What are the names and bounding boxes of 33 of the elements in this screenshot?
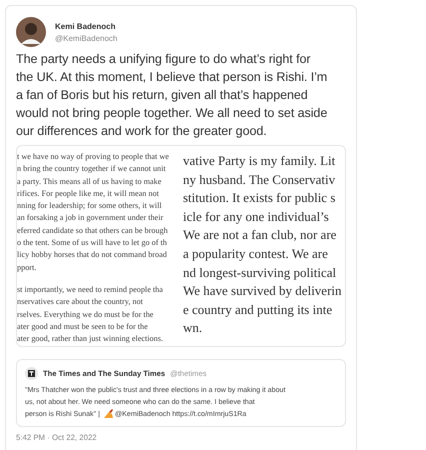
article-line: rifices. For people like me, it will mean not	[17, 188, 160, 200]
article-line: n bring the country together if we cannot unit	[17, 163, 167, 176]
tweet-text: The party needs a unifying figure to do what’s right for the UK. At this moment, I believe that person is Rishi. I’m a fan of Boris but his return, given all that’s happened would not bring people together. We all need to set aside our differences and work for the greater good.	[16, 51, 328, 140]
article-line: o the tent. Some of us will have to let go of th	[17, 237, 168, 250]
writing-hand-icon	[102, 409, 114, 419]
article-line: e country and putting its inte	[183, 300, 334, 319]
article-line: licy hobby horses that do not command broad	[17, 249, 168, 262]
article-line: nning for leadership; for some others, it will	[17, 200, 163, 212]
article-line: a party. This means all of us having to make	[17, 176, 162, 188]
article-line: ater good and must be seen to be for the	[17, 320, 149, 333]
avatar[interactable]	[16, 17, 46, 47]
article-line: ny husband. The Conservativ	[183, 170, 336, 189]
article-line: t we have no way of proving to people that we	[17, 151, 170, 163]
article-line: st importantly, we need to remind people tha	[17, 284, 164, 296]
quoted-tweet[interactable]	[16, 359, 346, 427]
author-name[interactable]: Kemi Badenoch	[55, 22, 118, 30]
article-line: vative Party is my family. Lit	[183, 152, 336, 170]
article-line: rselves. Everything we do must be for the	[17, 308, 154, 321]
article-line: an forsaking a job in government under their	[17, 212, 164, 224]
article-line: We have survived by deliverin	[183, 282, 343, 300]
newspaper-logo-icon	[25, 367, 38, 380]
article-line: eferred candidate so that others can be brough	[17, 224, 169, 237]
article-line: ater good, rather than just winning elections.	[17, 333, 164, 346]
author-handle[interactable]: @KemiBadenoch	[55, 34, 118, 42]
article-line: nd longest-surviving political	[183, 264, 338, 282]
article-line: We are not a fan club, nor are	[183, 226, 338, 244]
article-line: stitution. It exists for public s	[183, 189, 336, 208]
article-line: pport.	[17, 262, 38, 274]
article-line: a popularity contest. We are	[183, 244, 329, 263]
article-line: wn.	[183, 319, 204, 338]
article-image[interactable]	[16, 145, 346, 347]
article-line: nservatives care about the country, not	[17, 296, 144, 308]
article-line: icle for any one individual’s	[183, 208, 330, 226]
